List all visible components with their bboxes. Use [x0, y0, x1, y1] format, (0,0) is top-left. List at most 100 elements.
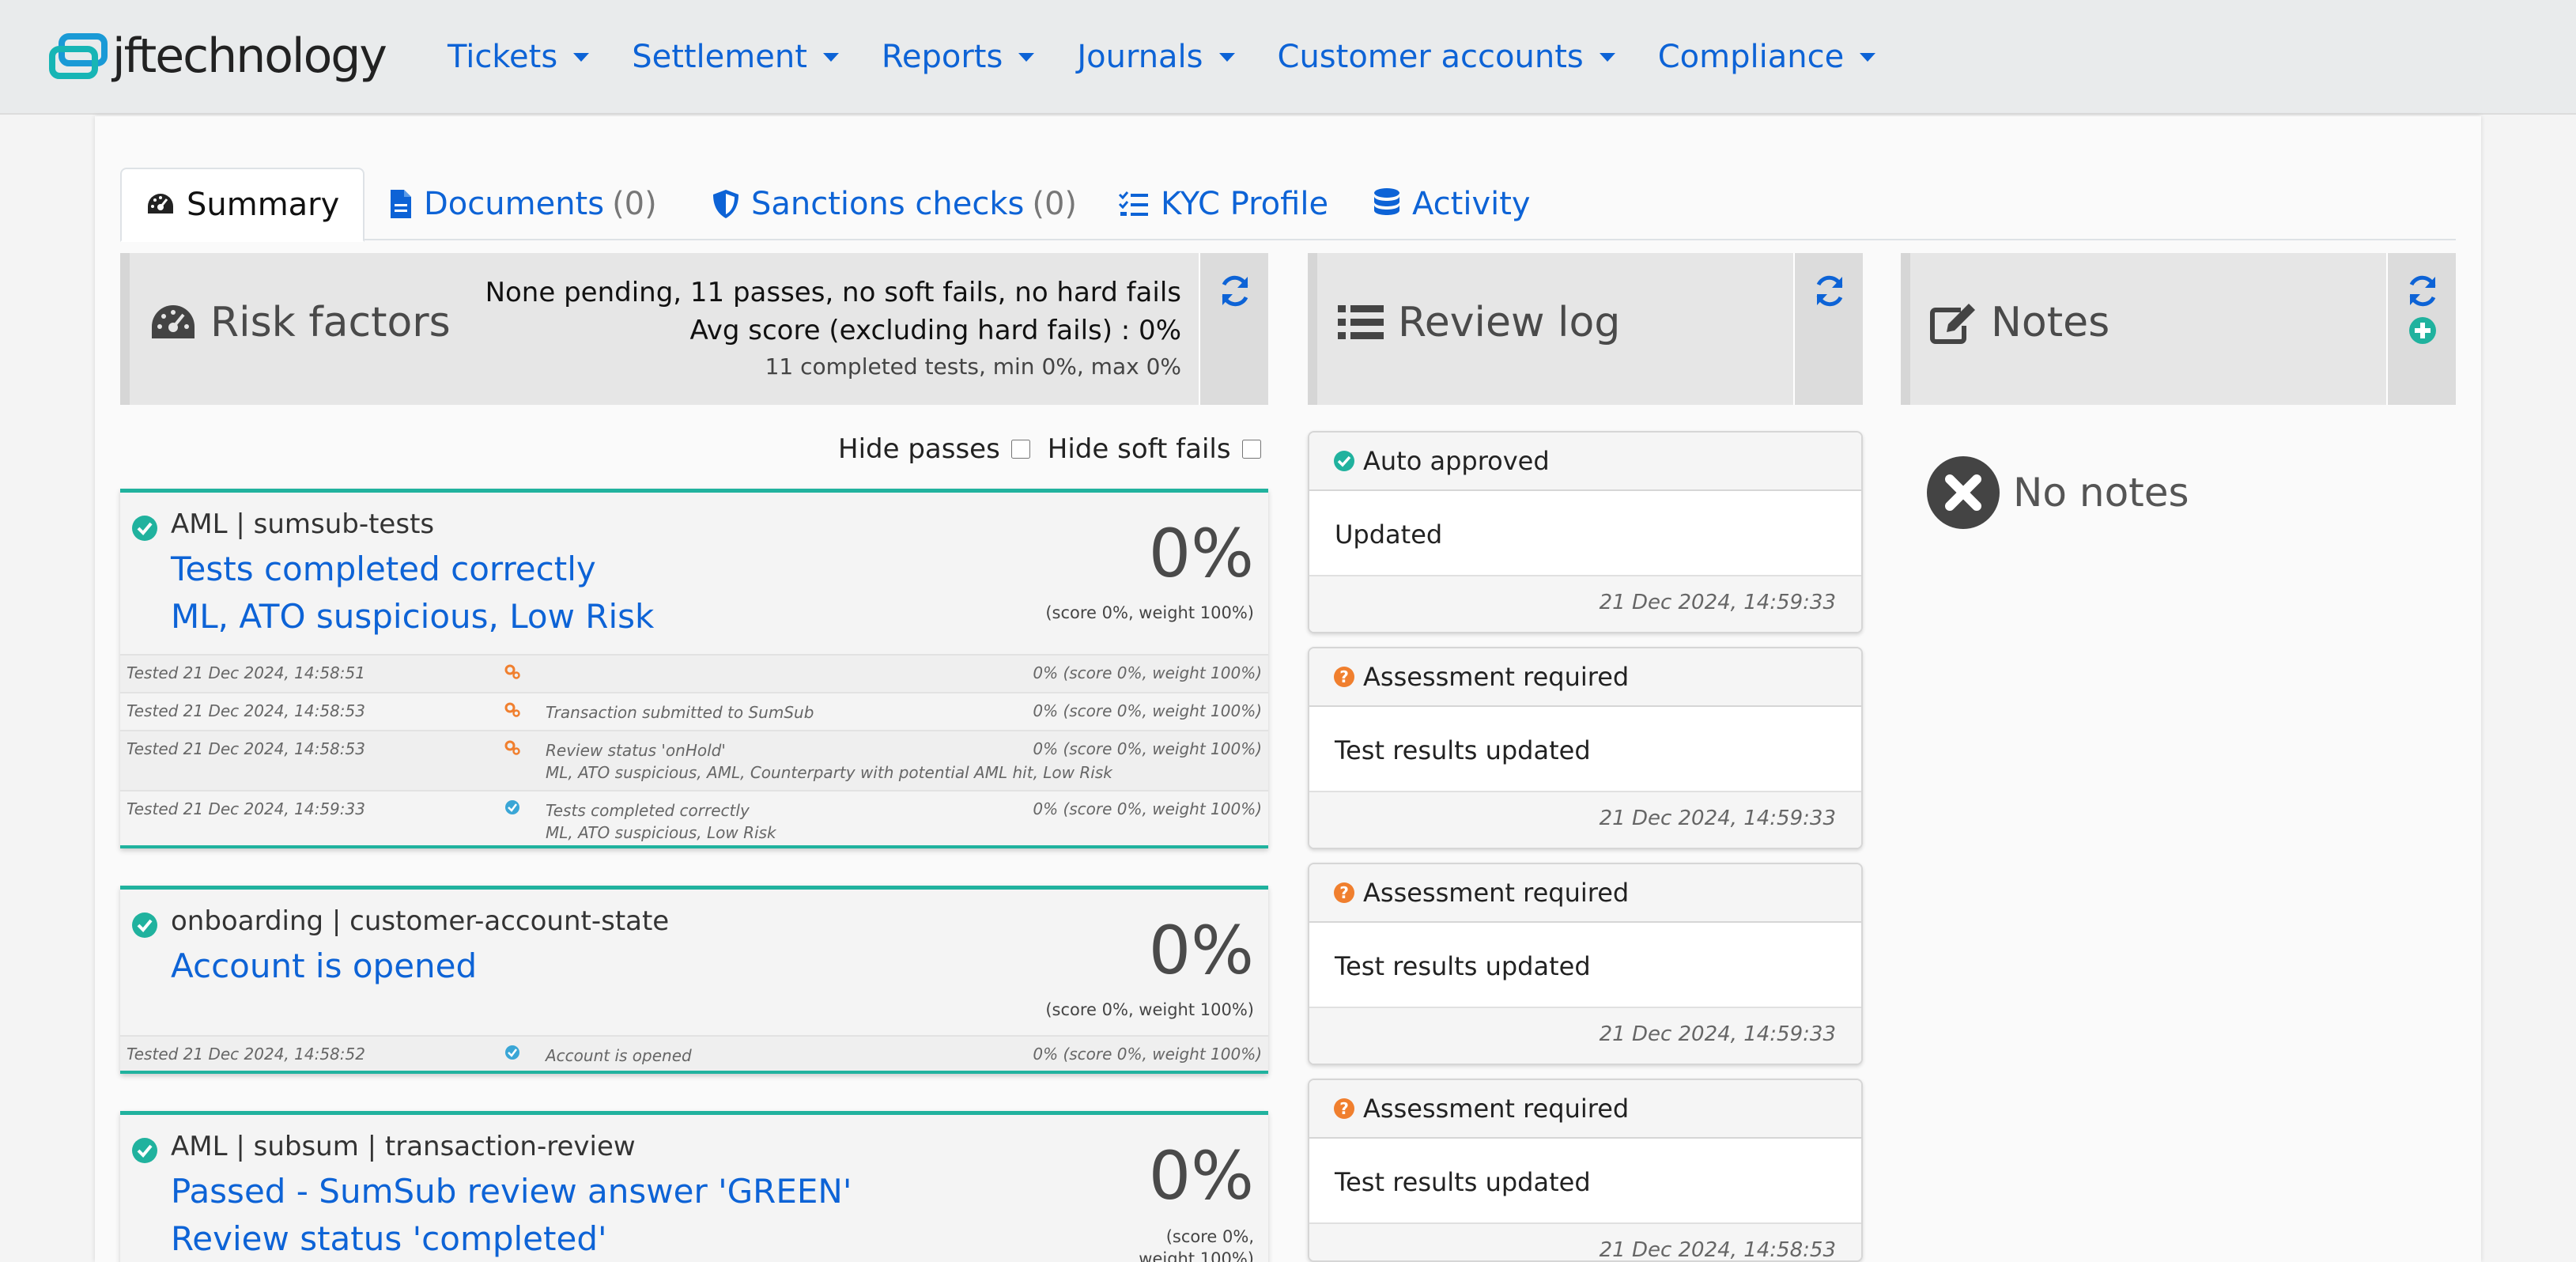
review-log-entry-header: ? Assessment required — [1309, 648, 1861, 707]
review-log-entry: Auto approved Updated 21 Dec 2024, 14:59… — [1308, 431, 1863, 633]
tab-sanctions-checks[interactable]: Sanctions checks (0) — [712, 168, 1077, 240]
review-log-title-text: Review log — [1398, 299, 1621, 346]
test-row: Tested 21 Dec 2024, 14:59:33 Tests compl… — [120, 790, 1268, 845]
tab-documents[interactable]: Documents (0) — [389, 168, 657, 240]
test-score: 0% (score 0%, weight 100%) — [1033, 739, 1262, 758]
test-row: Tested 21 Dec 2024, 14:58:53 Transaction… — [120, 692, 1268, 730]
hide-passes-checkbox[interactable] — [1010, 440, 1030, 459]
hide-soft-fails-checkbox[interactable] — [1241, 440, 1261, 459]
risk-card: onboarding | customer-account-state Acco… — [120, 886, 1268, 1074]
risk-card: AML | subsum | transaction-review Passed… — [120, 1111, 1268, 1262]
risk-factors-actions — [1199, 253, 1268, 405]
risk-card-weight: (score 0%, weight 100%) — [1045, 603, 1254, 622]
risk-card-result[interactable]: Tests completed correctly — [171, 550, 596, 588]
test-time: Tested 21 Dec 2024, 14:58:51 — [127, 663, 365, 682]
nav-customer-accounts[interactable]: Customer accounts — [1278, 39, 1615, 75]
tab-kyc-profile[interactable]: KYC Profile — [1118, 168, 1328, 240]
file-icon — [391, 190, 411, 218]
checklist-icon — [1118, 191, 1148, 216]
question-circle-icon: ? — [1334, 667, 1354, 687]
review-log-time: 21 Dec 2024, 14:58:53 — [1309, 1224, 1861, 1260]
risk-card-source: onboarding | customer-account-state — [171, 905, 670, 937]
review-log-status: Assessment required — [1363, 662, 1630, 692]
nav-compliance[interactable]: Compliance — [1657, 39, 1876, 75]
risk-card-weight-line1: (score 0%, — [1165, 1227, 1254, 1246]
risk-card-result[interactable]: Passed - SumSub review answer 'GREEN' — [171, 1172, 852, 1211]
chevron-down-icon — [822, 52, 839, 62]
review-log-entry: ? Assessment required Test results updat… — [1308, 1079, 1863, 1262]
brand-logo[interactable]: jftechnology — [47, 28, 387, 84]
cogs-icon — [504, 664, 520, 679]
tab-summary[interactable]: Summary — [120, 168, 365, 242]
logo-mark-icon — [47, 32, 109, 81]
check-circle-icon — [1334, 451, 1354, 471]
nav-journals[interactable]: Journals — [1077, 39, 1235, 75]
test-time: Tested 21 Dec 2024, 14:58:53 — [127, 739, 365, 758]
main-menu: Tickets Settlement Reports Journals Cust… — [448, 32, 1918, 82]
review-log-entry-header: ? Assessment required — [1309, 1080, 1861, 1139]
risk-card-result[interactable]: Account is opened — [171, 946, 477, 985]
top-navbar: jftechnology Tickets Settlement Reports … — [0, 0, 2576, 115]
test-description-line1: Review status 'onHold' — [546, 741, 726, 760]
review-log-status: Assessment required — [1363, 878, 1630, 908]
review-log-body: Updated — [1309, 491, 1861, 576]
brand-name: jftechnology — [112, 28, 387, 84]
nav-customer-accounts-label: Customer accounts — [1277, 39, 1584, 75]
test-time: Tested 21 Dec 2024, 14:58:53 — [127, 701, 365, 720]
refresh-icon[interactable] — [2405, 274, 2440, 308]
test-time: Tested 21 Dec 2024, 14:59:33 — [127, 799, 365, 818]
nav-reports-label: Reports — [881, 39, 1003, 75]
notes-header: Notes — [1901, 253, 2456, 405]
risk-card-weight: (score 0%, weight 100%) — [1045, 1000, 1254, 1019]
risk-summary-range: 11 completed tests, min 0%, max 0% — [765, 353, 1181, 380]
test-description: Review status 'onHold' ML, ATO suspicious… — [546, 739, 1112, 784]
risk-factors-title-text: Risk factors — [210, 299, 451, 346]
test-score: 0% (score 0%, weight 100%) — [1033, 1045, 1262, 1064]
add-note-icon[interactable] — [2408, 316, 2437, 345]
nav-journals-label: Journals — [1077, 39, 1203, 75]
chevron-down-icon — [1218, 52, 1235, 62]
nav-tickets[interactable]: Tickets — [448, 39, 590, 75]
notes-actions — [2386, 253, 2456, 405]
review-log-actions — [1793, 253, 1863, 405]
risk-summary-avg: Avg score (excluding hard fails) : 0% — [689, 315, 1181, 346]
test-description: Account is opened — [546, 1046, 692, 1065]
tachometer-icon — [152, 305, 195, 338]
tachometer-icon — [148, 194, 173, 213]
nav-reports[interactable]: Reports — [881, 39, 1035, 75]
refresh-icon[interactable] — [1812, 274, 1847, 308]
refresh-icon[interactable] — [1218, 274, 1252, 308]
nav-compliance-label: Compliance — [1657, 39, 1845, 75]
test-description-line2: ML, ATO suspicious, AML, Counterparty wi… — [546, 763, 1112, 782]
risk-card-detail[interactable]: ML, ATO suspicious, Low Risk — [171, 597, 654, 636]
tab-kyc-profile-label: KYC Profile — [1161, 186, 1329, 222]
risk-card-weight-line2: weight 100%) — [1139, 1249, 1254, 1262]
test-score: 0% (score 0%, weight 100%) — [1033, 799, 1262, 818]
chevron-down-icon — [1860, 52, 1876, 62]
check-circle-icon — [132, 1138, 157, 1163]
risk-card-source: AML | sumsub-tests — [171, 508, 435, 540]
tab-sanctions-checks-count: (0) — [1032, 186, 1078, 222]
tab-activity[interactable]: Activity — [1373, 168, 1531, 240]
risk-summary: None pending, 11 passes, no soft fails, … — [485, 274, 1181, 384]
tab-bar: Summary Documents (0) Sanctions checks (0)… — [120, 168, 2456, 242]
risk-card-tests: Tested 21 Dec 2024, 14:58:52 Account is … — [120, 1035, 1268, 1071]
svg-text:?: ? — [1339, 883, 1349, 902]
review-log-body: Test results updated — [1309, 1139, 1861, 1224]
risk-card-detail[interactable]: Review status 'completed' — [171, 1219, 607, 1258]
test-description: Transaction submitted to SumSub — [546, 703, 814, 722]
risk-filters: Hide passes Hide soft fails — [838, 433, 1261, 465]
chevron-down-icon — [573, 52, 590, 62]
test-row: Tested 21 Dec 2024, 14:58:53 Review stat… — [120, 730, 1268, 790]
test-time: Tested 21 Dec 2024, 14:58:52 — [127, 1045, 365, 1064]
question-circle-icon: ? — [1334, 882, 1354, 903]
tab-summary-label: Summary — [187, 187, 340, 223]
notes-title: Notes — [1929, 299, 2110, 346]
review-log-body: Test results updated — [1309, 707, 1861, 792]
cogs-icon — [504, 740, 520, 755]
review-log-body: Test results updated — [1309, 923, 1861, 1008]
database-icon — [1374, 188, 1399, 215]
no-notes-message: No notes — [1926, 455, 2189, 530]
risk-card-percent: 0% — [1148, 1137, 1254, 1215]
nav-settlement[interactable]: Settlement — [632, 39, 839, 75]
